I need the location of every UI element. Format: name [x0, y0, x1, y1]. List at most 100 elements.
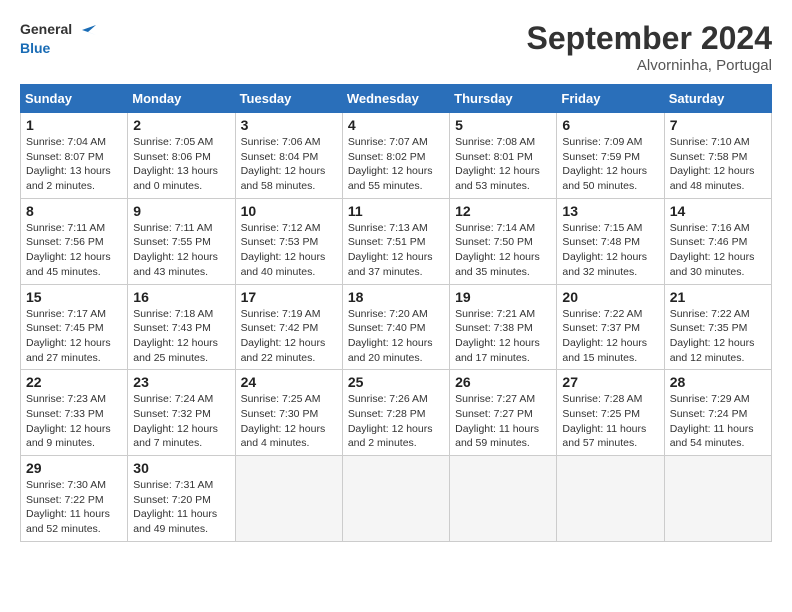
- logo: General Blue: [20, 20, 97, 58]
- table-row: 14 Sunrise: 7:16 AMSunset: 7:46 PMDayligh…: [664, 198, 771, 284]
- calendar-week-row: 22 Sunrise: 7:23 AMSunset: 7:33 PMDayligh…: [21, 370, 772, 456]
- day-number: 3: [241, 117, 337, 133]
- day-info: Sunrise: 7:23 AMSunset: 7:33 PMDaylight:…: [26, 392, 122, 451]
- day-number: 9: [133, 203, 229, 219]
- table-row: 9 Sunrise: 7:11 AMSunset: 7:55 PMDaylight…: [128, 198, 235, 284]
- calendar-week-row: 8Sunrise: 7:11 AMSunset: 7:56 PMDaylight…: [21, 198, 772, 284]
- calendar-week-row: 15Sunrise: 7:17 AMSunset: 7:45 PMDayligh…: [21, 284, 772, 370]
- col-sunday: Sunday: [21, 85, 128, 113]
- day-number: 4: [348, 117, 444, 133]
- calendar-week-row: 1Sunrise: 7:04 AMSunset: 8:07 PMDaylight…: [21, 113, 772, 199]
- day-info: Sunrise: 7:11 AMSunset: 7:55 PMDaylight:…: [133, 221, 229, 280]
- col-saturday: Saturday: [664, 85, 771, 113]
- day-number: 14: [670, 203, 766, 219]
- logo-blue: Blue: [20, 40, 50, 56]
- day-number: 21: [670, 289, 766, 305]
- calendar-table: Sunday Monday Tuesday Wednesday Thursday…: [20, 84, 772, 542]
- day-info: Sunrise: 7:25 AMSunset: 7:30 PMDaylight:…: [241, 392, 337, 451]
- table-row: 16Sunrise: 7:18 AMSunset: 7:43 PMDayligh…: [128, 284, 235, 370]
- col-thursday: Thursday: [450, 85, 557, 113]
- day-number: 12: [455, 203, 551, 219]
- table-row: 3 Sunrise: 7:06 AMSunset: 8:04 PMDaylight…: [235, 113, 342, 199]
- table-row: 20Sunrise: 7:22 AMSunset: 7:37 PMDayligh…: [557, 284, 664, 370]
- day-number: 18: [348, 289, 444, 305]
- day-info: Sunrise: 7:31 AMSunset: 7:20 PMDaylight:…: [133, 478, 229, 537]
- calendar-header-row: Sunday Monday Tuesday Wednesday Thursday…: [21, 85, 772, 113]
- logo-bird-icon: [78, 20, 96, 40]
- day-number: 25: [348, 374, 444, 390]
- day-number: 19: [455, 289, 551, 305]
- table-row: 1Sunrise: 7:04 AMSunset: 8:07 PMDaylight…: [21, 113, 128, 199]
- table-row: 7 Sunrise: 7:10 AMSunset: 7:58 PMDaylight…: [664, 113, 771, 199]
- table-row: 10 Sunrise: 7:12 AMSunset: 7:53 PMDayligh…: [235, 198, 342, 284]
- day-info: Sunrise: 7:19 AMSunset: 7:42 PMDaylight:…: [241, 307, 337, 366]
- day-number: 22: [26, 374, 122, 390]
- day-number: 20: [562, 289, 658, 305]
- day-number: 2: [133, 117, 229, 133]
- day-number: 11: [348, 203, 444, 219]
- logo: General Blue: [20, 20, 97, 58]
- table-row: 19 Sunrise: 7:21 AMSunset: 7:38 PMDayligh…: [450, 284, 557, 370]
- day-info: Sunrise: 7:13 AMSunset: 7:51 PMDaylight:…: [348, 221, 444, 280]
- day-info: Sunrise: 7:20 AMSunset: 7:40 PMDaylight:…: [348, 307, 444, 366]
- day-info: Sunrise: 7:15 AMSunset: 7:48 PMDaylight:…: [562, 221, 658, 280]
- col-friday: Friday: [557, 85, 664, 113]
- day-number: 5: [455, 117, 551, 133]
- table-row: 25 Sunrise: 7:26 AMSunset: 7:28 PMDayligh…: [342, 370, 449, 456]
- day-number: 1: [26, 117, 122, 133]
- table-row: 15Sunrise: 7:17 AMSunset: 7:45 PMDayligh…: [21, 284, 128, 370]
- day-info: Sunrise: 7:22 AMSunset: 7:35 PMDaylight:…: [670, 307, 766, 366]
- table-row: 12 Sunrise: 7:14 AMSunset: 7:50 PMDayligh…: [450, 198, 557, 284]
- table-row: 2 Sunrise: 7:05 AMSunset: 8:06 PMDaylight…: [128, 113, 235, 199]
- day-info: Sunrise: 7:26 AMSunset: 7:28 PMDaylight:…: [348, 392, 444, 451]
- table-row: 8Sunrise: 7:11 AMSunset: 7:56 PMDaylight…: [21, 198, 128, 284]
- table-row: 30 Sunrise: 7:31 AMSunset: 7:20 PMDayligh…: [128, 456, 235, 542]
- table-row: 26 Sunrise: 7:27 AMSunset: 7:27 PMDayligh…: [450, 370, 557, 456]
- day-info: Sunrise: 7:05 AMSunset: 8:06 PMDaylight:…: [133, 135, 229, 194]
- day-info: Sunrise: 7:10 AMSunset: 7:58 PMDaylight:…: [670, 135, 766, 194]
- day-info: Sunrise: 7:07 AMSunset: 8:02 PMDaylight:…: [348, 135, 444, 194]
- day-number: 16: [133, 289, 229, 305]
- table-row: [342, 456, 449, 542]
- day-number: 24: [241, 374, 337, 390]
- table-row: 4 Sunrise: 7:07 AMSunset: 8:02 PMDaylight…: [342, 113, 449, 199]
- day-info: Sunrise: 7:06 AMSunset: 8:04 PMDaylight:…: [241, 135, 337, 194]
- day-number: 28: [670, 374, 766, 390]
- table-row: 28 Sunrise: 7:29 AMSunset: 7:24 PMDayligh…: [664, 370, 771, 456]
- day-number: 6: [562, 117, 658, 133]
- table-row: 29Sunrise: 7:30 AMSunset: 7:22 PMDayligh…: [21, 456, 128, 542]
- day-info: Sunrise: 7:16 AMSunset: 7:46 PMDaylight:…: [670, 221, 766, 280]
- day-number: 10: [241, 203, 337, 219]
- day-info: Sunrise: 7:29 AMSunset: 7:24 PMDaylight:…: [670, 392, 766, 451]
- day-info: Sunrise: 7:08 AMSunset: 8:01 PMDaylight:…: [455, 135, 551, 194]
- col-wednesday: Wednesday: [342, 85, 449, 113]
- col-monday: Monday: [128, 85, 235, 113]
- table-row: 13 Sunrise: 7:15 AMSunset: 7:48 PMDayligh…: [557, 198, 664, 284]
- table-row: 23Sunrise: 7:24 AMSunset: 7:32 PMDayligh…: [128, 370, 235, 456]
- logo-general: General: [20, 21, 72, 37]
- day-number: 15: [26, 289, 122, 305]
- table-row: [664, 456, 771, 542]
- location: Alvorninha, Portugal: [527, 57, 772, 74]
- day-info: Sunrise: 7:09 AMSunset: 7:59 PMDaylight:…: [562, 135, 658, 194]
- day-number: 13: [562, 203, 658, 219]
- day-info: Sunrise: 7:21 AMSunset: 7:38 PMDaylight:…: [455, 307, 551, 366]
- day-info: Sunrise: 7:14 AMSunset: 7:50 PMDaylight:…: [455, 221, 551, 280]
- table-row: 17Sunrise: 7:19 AMSunset: 7:42 PMDayligh…: [235, 284, 342, 370]
- table-row: 18 Sunrise: 7:20 AMSunset: 7:40 PMDayligh…: [342, 284, 449, 370]
- table-row: 6 Sunrise: 7:09 AMSunset: 7:59 PMDaylight…: [557, 113, 664, 199]
- day-number: 27: [562, 374, 658, 390]
- day-info: Sunrise: 7:27 AMSunset: 7:27 PMDaylight:…: [455, 392, 551, 451]
- day-number: 7: [670, 117, 766, 133]
- day-info: Sunrise: 7:28 AMSunset: 7:25 PMDaylight:…: [562, 392, 658, 451]
- table-row: [450, 456, 557, 542]
- day-number: 26: [455, 374, 551, 390]
- day-number: 29: [26, 460, 122, 476]
- day-info: Sunrise: 7:12 AMSunset: 7:53 PMDaylight:…: [241, 221, 337, 280]
- day-number: 30: [133, 460, 229, 476]
- calendar-week-row: 29Sunrise: 7:30 AMSunset: 7:22 PMDayligh…: [21, 456, 772, 542]
- day-number: 8: [26, 203, 122, 219]
- col-tuesday: Tuesday: [235, 85, 342, 113]
- table-row: [557, 456, 664, 542]
- title-block: September 2024 Alvorninha, Portugal: [527, 20, 772, 74]
